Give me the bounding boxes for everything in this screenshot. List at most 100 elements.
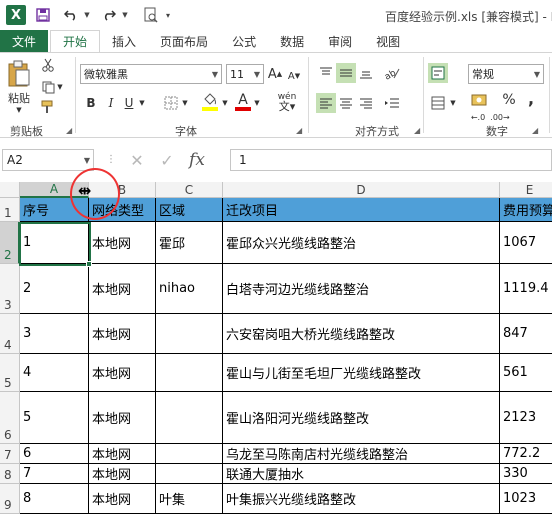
orientation-icon[interactable]: ab xyxy=(380,63,404,83)
cell-a7[interactable]: 6 xyxy=(20,444,89,464)
comma-style-button[interactable]: , xyxy=(522,89,540,108)
copy-dropdown-icon[interactable]: ▼ xyxy=(56,83,64,91)
paste-button[interactable]: 粘贴 ▼ xyxy=(4,57,34,117)
cell-e9[interactable]: 1023 xyxy=(500,484,552,514)
cell-c4[interactable] xyxy=(156,314,223,354)
row-header-9[interactable]: 9 xyxy=(0,484,20,514)
cell-d7[interactable]: 乌龙至马陈南店村光缆线路整治 xyxy=(223,444,500,464)
cell-c8[interactable] xyxy=(156,464,223,484)
tab-insert[interactable]: 插入 xyxy=(100,30,148,52)
align-center-icon[interactable] xyxy=(336,93,356,113)
insert-function-icon[interactable]: fx xyxy=(182,150,212,170)
worksheet-grid[interactable]: A B C D E 1 序号 网络类型 区域 迁改项目 费用预算 2 1 本地网 霍邱 霍邱众兴光缆… xyxy=(0,182,552,530)
cell-b3[interactable]: 本地网 xyxy=(89,264,156,314)
phonetic-guide-button[interactable]: wén 文▾ xyxy=(272,91,302,113)
font-color-dropdown-icon[interactable]: ▼ xyxy=(253,98,261,108)
cell-d3[interactable]: 白塔寺河边光缆线路整治 xyxy=(223,264,500,314)
cell-c9[interactable]: 叶集 xyxy=(156,484,223,514)
row-header-8[interactable]: 8 xyxy=(0,464,20,484)
borders-dropdown-icon[interactable]: ▼ xyxy=(181,98,189,108)
align-left-icon[interactable] xyxy=(316,93,336,113)
save-icon[interactable] xyxy=(32,4,54,26)
formula-input[interactable]: 1 xyxy=(230,149,552,171)
row-header-5[interactable]: 5 xyxy=(0,354,20,392)
row-header-1[interactable]: 1 xyxy=(0,198,20,222)
cell-b9[interactable]: 本地网 xyxy=(89,484,156,514)
tab-file[interactable]: 文件 xyxy=(0,30,49,52)
font-size-combo[interactable]: 11 ▼ xyxy=(226,64,264,84)
name-box[interactable]: A2 ▼ xyxy=(2,149,94,171)
cell-a4[interactable]: 3 xyxy=(20,314,89,354)
tab-formulas[interactable]: 公式 xyxy=(220,30,268,52)
print-preview-icon[interactable] xyxy=(140,4,162,26)
cell-d5[interactable]: 霍山与儿街至毛坦厂光缆线路整改 xyxy=(223,354,500,392)
percent-style-button[interactable]: % xyxy=(500,91,518,109)
cell-e4[interactable]: 847 xyxy=(500,314,552,354)
font-name-combo[interactable]: 微软雅黑 ▼ xyxy=(80,64,222,84)
cell-d4[interactable]: 六安窑岗咀大桥光缆线路整改 xyxy=(223,314,500,354)
cell-e8[interactable]: 330 xyxy=(500,464,552,484)
header-cell-e[interactable]: 费用预算 xyxy=(500,198,552,222)
cell-a2[interactable]: 1 xyxy=(20,222,89,264)
cell-b5[interactable]: 本地网 xyxy=(89,354,156,392)
format-painter-icon[interactable] xyxy=(40,99,56,115)
formula-bar-grip-icon[interactable]: ⋮ xyxy=(106,154,116,165)
underline-dropdown-icon[interactable]: ▼ xyxy=(138,98,146,108)
row-header-6[interactable]: 6 xyxy=(0,392,20,444)
decrease-font-size-button[interactable]: A ▼ xyxy=(287,66,301,86)
header-cell-c[interactable]: 区域 xyxy=(156,198,223,222)
number-launcher-icon[interactable]: ◢ xyxy=(532,126,538,135)
cell-c3[interactable]: nihao xyxy=(156,264,223,314)
increase-decimal-icon[interactable]: ←.0 xyxy=(468,111,488,123)
enter-icon[interactable]: ✓ xyxy=(152,151,182,170)
column-header-d[interactable]: D xyxy=(223,182,500,198)
underline-button[interactable]: U xyxy=(120,93,138,113)
select-all-button[interactable] xyxy=(0,182,20,198)
copy-icon[interactable] xyxy=(40,79,56,95)
cell-d8[interactable]: 联通大厦抽水 xyxy=(223,464,500,484)
cell-a3[interactable]: 2 xyxy=(20,264,89,314)
cell-d6[interactable]: 霍山洛阳河光缆线路整改 xyxy=(223,392,500,444)
fill-color-icon[interactable] xyxy=(200,91,220,113)
redo-icon[interactable] xyxy=(98,4,120,26)
header-cell-d[interactable]: 迁改项目 xyxy=(223,198,500,222)
tab-review[interactable]: 审阅 xyxy=(316,30,364,52)
indent-icon[interactable] xyxy=(380,93,404,113)
cell-d2[interactable]: 霍邱众兴光缆线路整治 xyxy=(223,222,500,264)
cell-c6[interactable] xyxy=(156,392,223,444)
row-header-7[interactable]: 7 xyxy=(0,444,20,464)
italic-button[interactable]: I xyxy=(102,93,120,113)
cancel-icon[interactable]: ✕ xyxy=(122,151,152,170)
cell-b8[interactable]: 本地网 xyxy=(89,464,156,484)
clipboard-launcher-icon[interactable]: ◢ xyxy=(66,126,72,135)
fill-color-dropdown-icon[interactable]: ▼ xyxy=(221,98,229,108)
cell-e7[interactable]: 772.2 xyxy=(500,444,552,464)
tab-view[interactable]: 视图 xyxy=(364,30,412,52)
merge-dropdown-icon[interactable]: ▼ xyxy=(449,98,457,108)
cell-b6[interactable]: 本地网 xyxy=(89,392,156,444)
cell-b7[interactable]: 本地网 xyxy=(89,444,156,464)
cut-icon[interactable] xyxy=(40,57,56,73)
cell-b2[interactable]: 本地网 xyxy=(89,222,156,264)
cell-a5[interactable]: 4 xyxy=(20,354,89,392)
wrap-text-icon[interactable] xyxy=(428,63,448,83)
fill-handle[interactable] xyxy=(86,261,92,267)
cell-c2[interactable]: 霍邱 xyxy=(156,222,223,264)
row-header-2[interactable]: 2 xyxy=(0,222,20,264)
align-right-icon[interactable] xyxy=(356,93,376,113)
excel-logo-icon[interactable]: X xyxy=(6,5,26,25)
font-launcher-icon[interactable]: ◢ xyxy=(296,126,302,135)
alignment-launcher-icon[interactable]: ◢ xyxy=(414,126,420,135)
number-format-combo[interactable]: 常规 ▼ xyxy=(468,64,544,84)
cell-e3[interactable]: 1119.4 xyxy=(500,264,552,314)
merge-center-icon[interactable] xyxy=(428,93,448,113)
column-header-c[interactable]: C xyxy=(156,182,223,198)
align-top-icon[interactable] xyxy=(316,63,336,83)
tab-home[interactable]: 开始 xyxy=(50,30,101,52)
customize-qat-icon[interactable]: ▾ xyxy=(162,4,174,26)
cell-e5[interactable]: 561 xyxy=(500,354,552,392)
undo-icon[interactable] xyxy=(60,4,82,26)
row-header-3[interactable]: 3 xyxy=(0,264,20,314)
align-bottom-icon[interactable] xyxy=(356,63,376,83)
row-header-4[interactable]: 4 xyxy=(0,314,20,354)
